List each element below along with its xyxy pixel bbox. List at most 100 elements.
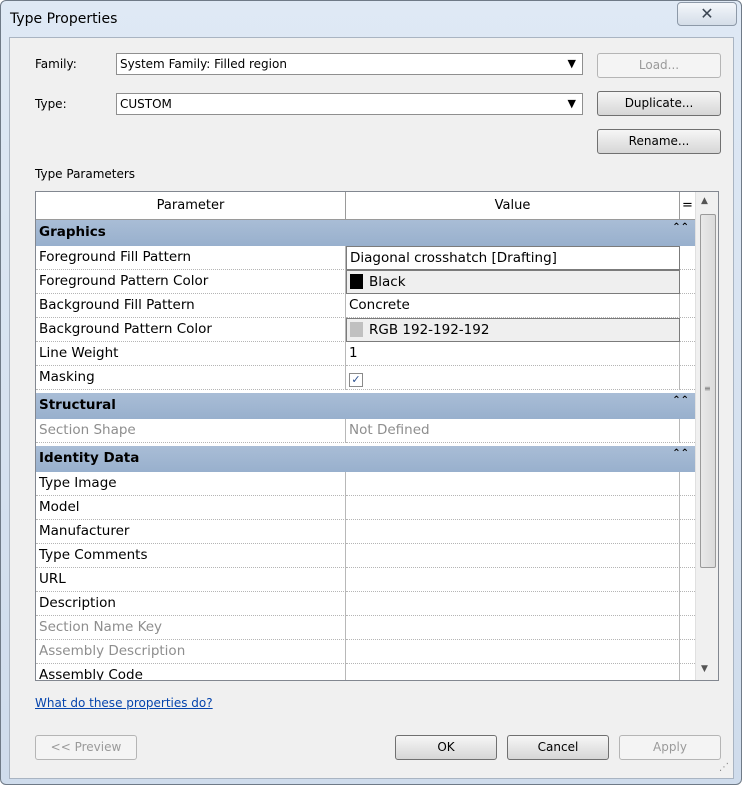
table-row[interactable]: URL <box>36 568 695 592</box>
row-extra <box>680 246 695 270</box>
param-name: Assembly Description <box>36 640 346 664</box>
table-row[interactable]: Manufacturer <box>36 520 695 544</box>
cancel-button[interactable]: Cancel <box>507 735 609 760</box>
param-name: Type Comments <box>36 544 346 568</box>
group-label: Identity Data <box>39 450 140 466</box>
rename-button[interactable]: Rename... <box>597 129 721 154</box>
param-value: RGB 192-192-192 <box>369 322 490 338</box>
resize-grip-icon[interactable]: ⋰ <box>719 762 729 773</box>
grip-icon: ≡ <box>704 384 711 393</box>
load-button[interactable]: Load... <box>597 53 721 78</box>
checkmark-icon: ✓ <box>351 373 361 386</box>
param-value[interactable] <box>346 592 680 616</box>
param-name: Assembly Code <box>36 664 346 680</box>
param-value[interactable] <box>346 544 680 568</box>
vertical-scrollbar[interactable]: ▲ ≡ ▼ <box>695 192 718 680</box>
param-name: Background Fill Pattern <box>36 294 346 318</box>
collapse-icon[interactable]: ⌃⌃ <box>672 395 689 406</box>
color-value-button[interactable]: RGB 192-192-192 <box>346 318 680 342</box>
table-row[interactable]: Assembly Code <box>36 664 695 680</box>
window-title: Type Properties <box>10 11 118 27</box>
group-structural[interactable]: Structural ⌃⌃ <box>36 393 695 419</box>
table-row[interactable]: Assembly Description <box>36 640 695 664</box>
scrollbar-thumb[interactable]: ≡ <box>700 214 716 568</box>
color-value-button[interactable]: Black <box>346 270 680 294</box>
ok-button[interactable]: OK <box>395 735 497 760</box>
duplicate-button[interactable]: Duplicate... <box>597 91 721 116</box>
param-name: Description <box>36 592 346 616</box>
scroll-up-icon[interactable]: ▲ <box>701 196 708 206</box>
row-extra <box>680 294 695 318</box>
table-row[interactable]: Masking ✓ <box>36 366 695 390</box>
table-row[interactable]: Foreground Fill Pattern Diagonal crossha… <box>36 246 695 270</box>
table-row[interactable]: Background Fill Pattern Concrete <box>36 294 695 318</box>
row-extra <box>680 640 695 664</box>
param-value[interactable]: 1 <box>346 342 680 366</box>
value-column-header[interactable]: Value <box>346 192 680 219</box>
param-name: Section Name Key <box>36 616 346 640</box>
row-extra <box>680 592 695 616</box>
table-row[interactable]: Model <box>36 496 695 520</box>
param-value: Black <box>369 274 406 290</box>
table-row[interactable]: Background Pattern Color RGB 192-192-192 <box>36 318 695 342</box>
param-name: Section Shape <box>36 419 346 443</box>
param-value[interactable] <box>346 520 680 544</box>
preview-button[interactable]: << Preview <box>35 735 137 760</box>
row-extra <box>680 544 695 568</box>
color-swatch <box>350 322 363 337</box>
table-row[interactable]: Section Shape Not Defined <box>36 419 695 443</box>
row-extra <box>680 318 695 342</box>
table-row[interactable]: Type Image <box>36 472 695 496</box>
table-row[interactable]: Foreground Pattern Color Black <box>36 270 695 294</box>
param-value: Not Defined <box>346 419 680 443</box>
parameter-column-header[interactable]: Parameter <box>36 192 346 219</box>
row-extra <box>680 419 695 443</box>
param-value[interactable] <box>346 472 680 496</box>
row-extra <box>680 568 695 592</box>
param-name: Line Weight <box>36 342 346 366</box>
masking-checkbox[interactable]: ✓ <box>349 373 363 387</box>
type-label: Type: <box>35 97 67 111</box>
table-row[interactable]: Line Weight 1 <box>36 342 695 366</box>
chevron-down-icon: ▼ <box>567 97 576 110</box>
grid-header: Parameter Value = <box>36 192 695 220</box>
param-value[interactable] <box>346 568 680 592</box>
param-name: Foreground Fill Pattern <box>36 246 346 270</box>
scroll-down-icon[interactable]: ▼ <box>701 664 708 674</box>
type-dropdown[interactable]: CUSTOM ▼ <box>116 93 583 115</box>
help-link[interactable]: What do these properties do? <box>35 696 213 710</box>
param-name: Background Pattern Color <box>36 318 346 342</box>
param-name: Foreground Pattern Color <box>36 270 346 294</box>
family-label: Family: <box>35 57 77 71</box>
param-name: Masking <box>36 366 346 390</box>
row-extra <box>680 342 695 366</box>
apply-button[interactable]: Apply <box>619 735 721 760</box>
param-name: Type Image <box>36 472 346 496</box>
param-value <box>346 640 680 664</box>
group-identity-data[interactable]: Identity Data ⌃⌃ <box>36 446 695 472</box>
extra-column-header[interactable]: = <box>680 192 695 219</box>
family-value: System Family: Filled region <box>120 57 287 71</box>
param-value[interactable] <box>346 496 680 520</box>
group-graphics[interactable]: Graphics ⌃⌃ <box>36 220 695 246</box>
row-extra <box>680 616 695 640</box>
param-value: ✓ <box>346 366 680 390</box>
row-extra <box>680 270 695 294</box>
param-value[interactable]: Diagonal crosshatch [Drafting] <box>346 246 680 270</box>
param-value[interactable] <box>346 664 680 680</box>
group-label: Graphics <box>39 224 106 240</box>
table-row[interactable]: Type Comments <box>36 544 695 568</box>
collapse-icon[interactable]: ⌃⌃ <box>672 222 689 233</box>
close-icon: ✕ <box>700 4 714 23</box>
close-button[interactable]: ✕ <box>677 2 737 26</box>
collapse-icon[interactable]: ⌃⌃ <box>672 448 689 459</box>
param-name: Manufacturer <box>36 520 346 544</box>
table-row[interactable]: Section Name Key <box>36 616 695 640</box>
type-value: CUSTOM <box>120 97 172 111</box>
family-dropdown[interactable]: System Family: Filled region ▼ <box>116 53 583 75</box>
color-swatch <box>350 274 363 289</box>
param-value[interactable]: Concrete <box>346 294 680 318</box>
table-row[interactable]: Description <box>36 592 695 616</box>
dialog-client-area: Family: System Family: Filled region ▼ L… <box>9 37 734 779</box>
row-extra <box>680 366 695 390</box>
